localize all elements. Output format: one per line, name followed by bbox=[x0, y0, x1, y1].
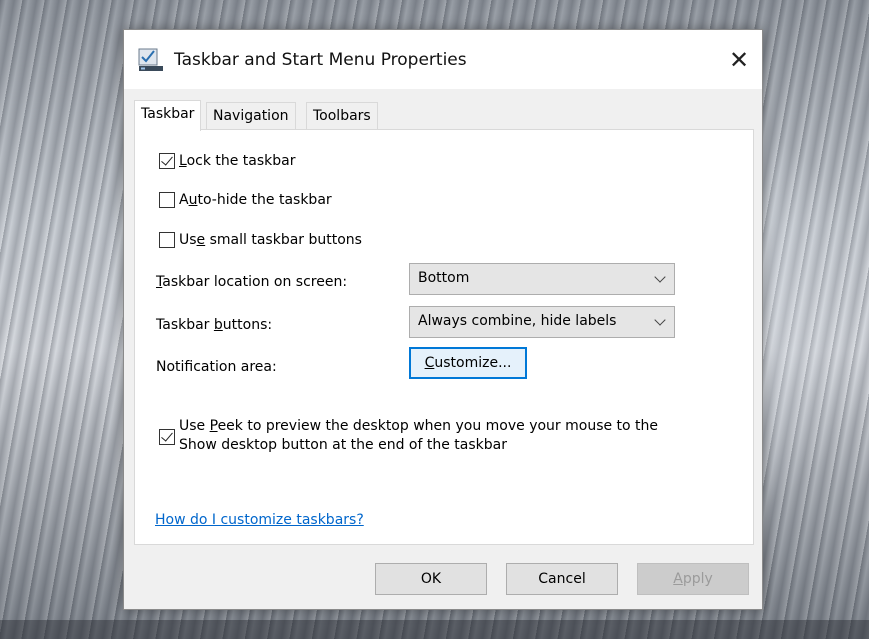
chevron-down-icon bbox=[654, 271, 666, 283]
taskbar-buttons-select[interactable]: Always combine, hide labels bbox=[409, 306, 675, 338]
lock-taskbar-option[interactable]: Lock the taskbar bbox=[159, 151, 296, 171]
peek-label: Use Peek to preview the desktop when you… bbox=[179, 418, 659, 453]
customize-button[interactable]: Customize... bbox=[409, 347, 527, 379]
taskbar-location-select[interactable]: Bottom bbox=[409, 263, 675, 295]
close-button[interactable]: ✕ bbox=[716, 30, 762, 89]
apply-button[interactable]: Apply bbox=[637, 563, 749, 595]
title-bar[interactable]: Taskbar and Start Menu Properties ✕ bbox=[124, 30, 762, 89]
customize-label: Customize... bbox=[424, 355, 512, 371]
apply-label: Apply bbox=[673, 571, 713, 587]
taskbar-tab-panel: Lock the taskbar Auto-hide the taskbar U… bbox=[134, 129, 754, 545]
taskbar-buttons-value: Always combine, hide labels bbox=[418, 313, 617, 329]
help-link[interactable]: How do I customize taskbars? bbox=[155, 512, 364, 528]
auto-hide-checkbox[interactable] bbox=[159, 192, 175, 208]
auto-hide-option[interactable]: Auto-hide the taskbar bbox=[159, 190, 332, 210]
peek-checkbox[interactable] bbox=[159, 429, 175, 445]
background-rail bbox=[0, 620, 869, 639]
tab-taskbar[interactable]: Taskbar bbox=[134, 100, 202, 131]
tab-toolbars[interactable]: Toolbars bbox=[306, 102, 378, 130]
window-title: Taskbar and Start Menu Properties bbox=[174, 50, 467, 70]
notification-area-label: Notification area: bbox=[156, 359, 277, 375]
small-buttons-option[interactable]: Use small taskbar buttons bbox=[159, 230, 362, 250]
lock-taskbar-checkbox[interactable] bbox=[159, 153, 175, 169]
properties-dialog: Taskbar and Start Menu Properties ✕ Task… bbox=[123, 29, 763, 610]
small-buttons-label: Use small taskbar buttons bbox=[179, 232, 362, 248]
taskbar-properties-icon bbox=[138, 48, 163, 71]
ok-button[interactable]: OK bbox=[375, 563, 487, 595]
peek-option[interactable]: Use Peek to preview the desktop when you… bbox=[159, 417, 658, 455]
taskbar-location-value: Bottom bbox=[418, 270, 470, 286]
chevron-down-icon bbox=[654, 314, 666, 326]
taskbar-buttons-label: Taskbar buttons: bbox=[156, 317, 273, 333]
auto-hide-label: Auto-hide the taskbar bbox=[179, 192, 332, 208]
lock-taskbar-label: Lock the taskbar bbox=[179, 153, 296, 169]
taskbar-location-label: Taskbar location on screen: bbox=[156, 274, 348, 290]
small-buttons-checkbox[interactable] bbox=[159, 232, 175, 248]
cancel-button[interactable]: Cancel bbox=[506, 563, 618, 595]
tab-navigation[interactable]: Navigation bbox=[206, 102, 296, 130]
